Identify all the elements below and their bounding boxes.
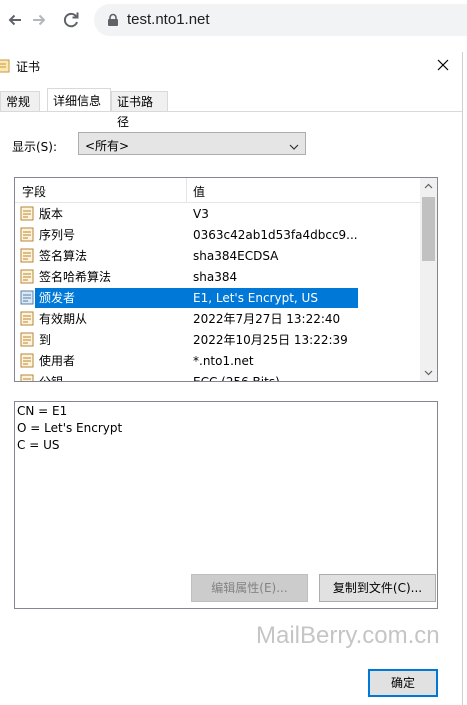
- certificate-field-icon: [20, 374, 35, 381]
- ok-button[interactable]: 确定: [368, 669, 438, 697]
- list-row[interactable]: 签名哈希算法 sha384: [15, 266, 420, 287]
- tab-general[interactable]: 常规: [0, 91, 40, 111]
- certificate-field-icon: [20, 248, 35, 263]
- certificate-field-icon: [20, 353, 35, 368]
- browser-toolbar: test.nto1.net: [0, 0, 467, 42]
- row-value: V3: [193, 207, 209, 221]
- lock-icon[interactable]: [106, 13, 120, 27]
- certificate-field-icon: [20, 332, 35, 347]
- row-field: 使用者: [39, 354, 76, 368]
- dialog-title: 证书: [16, 60, 41, 74]
- chevron-down-icon: [289, 140, 299, 150]
- row-field: 公钥: [39, 375, 64, 382]
- list-row[interactable]: 公钥 ECC (256 Bits): [15, 371, 420, 382]
- column-header-value[interactable]: 值: [193, 183, 205, 200]
- row-field: 版本: [39, 207, 64, 221]
- field-list[interactable]: 字段 值 版本 V3 序列号 0363c42ab1d53fa4dbcc9... …: [14, 177, 438, 382]
- row-value: 2022年7月27日 13:22:40: [193, 312, 341, 326]
- arrow-right-icon[interactable]: [28, 9, 50, 31]
- row-field: 有效期从: [39, 312, 88, 326]
- edit-properties-button[interactable]: 编辑属性(E)...: [191, 574, 308, 602]
- row-value: 2022年10月25日 13:22:39: [193, 333, 348, 347]
- list-scrollbar[interactable]: [420, 178, 437, 381]
- list-row[interactable]: 版本 V3: [15, 203, 420, 224]
- list-row[interactable]: 使用者 *.nto1.net: [15, 350, 420, 371]
- row-value: ECC (256 Bits): [193, 375, 280, 382]
- row-field: 签名哈希算法: [39, 270, 112, 284]
- watermark: MailBerry.com.cn: [256, 622, 440, 649]
- reload-icon[interactable]: [60, 9, 82, 31]
- list-header: 字段 值: [15, 178, 420, 203]
- show-select-value: <所有>: [85, 139, 130, 153]
- scroll-up-icon[interactable]: [420, 178, 437, 195]
- show-label: 显示(S):: [12, 140, 58, 154]
- row-field: 到: [39, 333, 52, 347]
- certificate-field-icon: [20, 290, 35, 305]
- detail-line: C = US: [17, 438, 60, 452]
- certificate-field-icon: [20, 206, 35, 221]
- certificate-icon: [0, 59, 10, 73]
- dialog-titlebar: 证书: [0, 52, 462, 80]
- url-text: test.nto1.net: [127, 11, 210, 28]
- list-row[interactable]: 到 2022年10月25日 13:22:39: [15, 329, 420, 350]
- column-separator[interactable]: [186, 178, 187, 202]
- certificate-field-icon: [20, 269, 35, 284]
- tab-certification-path[interactable]: 证书路径: [111, 91, 168, 129]
- detail-line: CN = E1: [17, 404, 68, 418]
- copy-to-file-button[interactable]: 复制到文件(C)...: [319, 574, 436, 602]
- scroll-down-icon[interactable]: [420, 364, 437, 381]
- show-select[interactable]: <所有>: [78, 132, 306, 155]
- close-icon[interactable]: [435, 57, 451, 73]
- scroll-thumb[interactable]: [422, 197, 435, 261]
- row-field: 序列号: [39, 228, 76, 242]
- column-header-field[interactable]: 字段: [22, 183, 46, 200]
- certificate-field-icon: [20, 311, 35, 326]
- row-value: sha384: [193, 270, 238, 284]
- list-row[interactable]: 序列号 0363c42ab1d53fa4dbcc9...: [15, 224, 420, 245]
- certificate-field-icon: [20, 227, 35, 242]
- address-bar[interactable]: test.nto1.net: [94, 4, 467, 36]
- list-row-selected[interactable]: 颁发者 E1, Let's Encrypt, US: [15, 287, 420, 308]
- row-field: 颁发者: [39, 291, 76, 305]
- row-value: sha384ECDSA: [193, 249, 279, 263]
- arrow-left-icon[interactable]: [4, 9, 26, 31]
- list-row[interactable]: 签名算法 sha384ECDSA: [15, 245, 420, 266]
- row-field: 签名算法: [39, 249, 88, 263]
- detail-line: O = Let's Encrypt: [17, 421, 123, 435]
- row-value: 0363c42ab1d53fa4dbcc9...: [193, 228, 358, 242]
- list-row[interactable]: 有效期从 2022年7月27日 13:22:40: [15, 308, 420, 329]
- certificate-dialog: 证书 常规 详细信息 证书路径 显示(S): <所有> 字段 值 版本 V3 序…: [0, 52, 463, 705]
- row-value: E1, Let's Encrypt, US: [193, 291, 318, 305]
- row-value: *.nto1.net: [193, 354, 254, 368]
- tab-details[interactable]: 详细信息: [47, 88, 111, 111]
